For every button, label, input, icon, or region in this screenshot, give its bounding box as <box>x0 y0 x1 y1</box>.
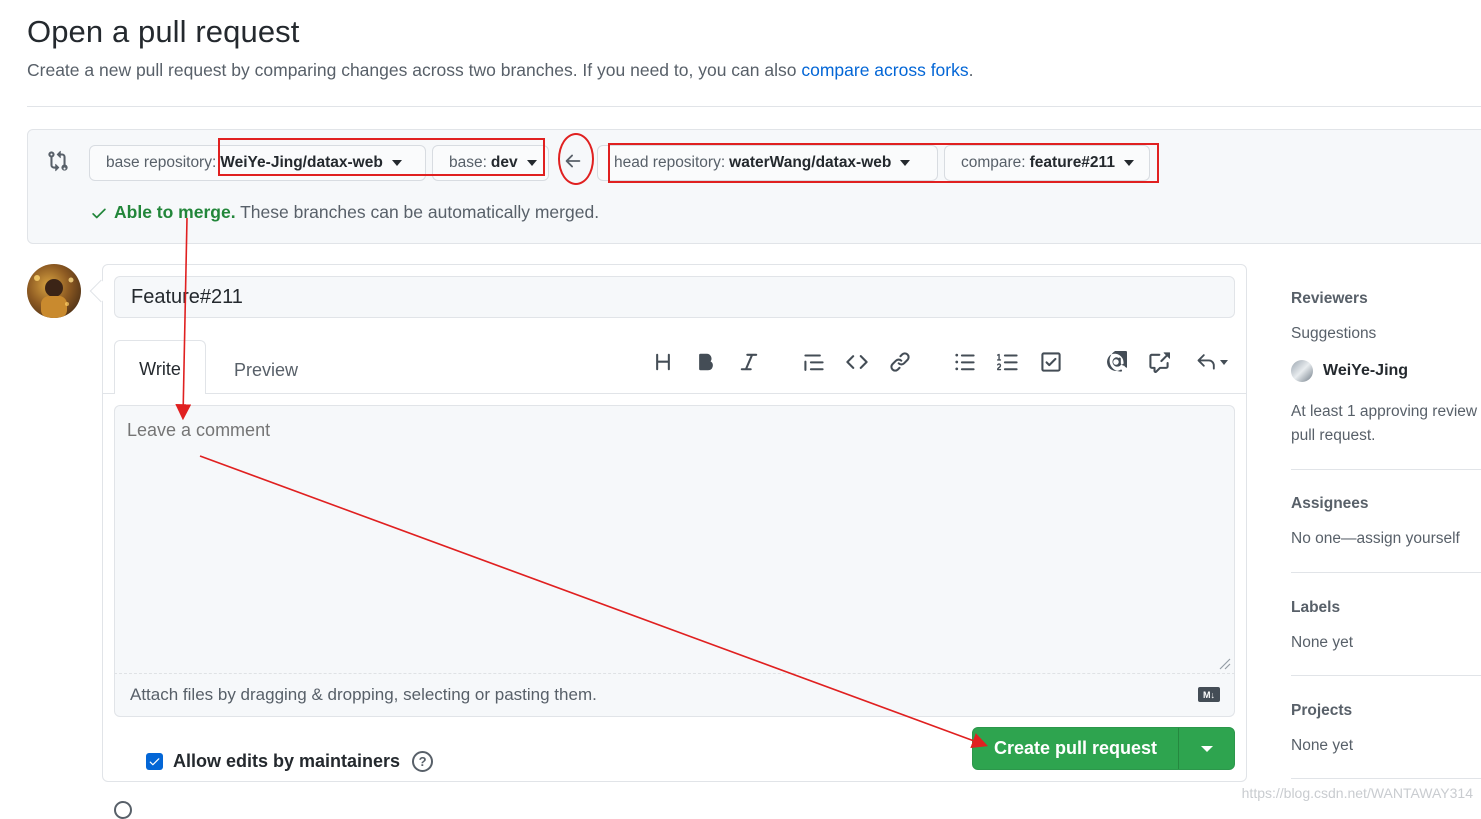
italic-icon[interactable] <box>736 349 762 375</box>
create-options-dropdown[interactable] <box>1179 728 1234 769</box>
page-title: Open a pull request <box>27 14 300 49</box>
projects-value: None yet <box>1291 737 1354 754</box>
labels-heading[interactable]: Labels <box>1291 599 1340 617</box>
quote-icon[interactable] <box>801 349 827 375</box>
merge-ok-label: Able to merge. <box>114 202 236 222</box>
git-compare-icon <box>47 150 69 172</box>
reviewers-note-line1: At least 1 approving review <box>1291 403 1478 420</box>
assignees-heading[interactable]: Assignees <box>1291 495 1369 513</box>
cross-reference-icon[interactable] <box>1146 349 1172 375</box>
allow-edits-label: Allow edits by maintainers <box>173 751 401 771</box>
reply-icon[interactable] <box>1192 349 1232 375</box>
sidebar-divider <box>1291 572 1481 573</box>
suggested-reviewer[interactable]: WeiYe-Jing <box>1291 360 1408 382</box>
reviewers-note-line2: pull request. <box>1291 427 1376 444</box>
bold-icon[interactable] <box>693 349 719 375</box>
allow-edits-option[interactable]: Allow edits by maintainers ? <box>146 751 434 772</box>
markdown-icon[interactable]: M↓ <box>1198 687 1220 702</box>
author-avatar[interactable] <box>27 264 81 318</box>
annotation-head-compare-box <box>608 143 1159 183</box>
resize-handle-icon[interactable] <box>1217 656 1231 670</box>
base-repository-label: base repository: <box>106 154 217 171</box>
question-icon[interactable]: ? <box>412 751 434 772</box>
tab-preview[interactable]: Preview <box>222 342 310 394</box>
checkmark-icon <box>149 758 160 766</box>
watermark: https://blog.csdn.net/WANTAWAY314 <box>1241 785 1473 801</box>
projects-heading[interactable]: Projects <box>1291 702 1352 720</box>
allow-edits-checkbox[interactable] <box>146 753 163 770</box>
comment-textarea[interactable] <box>114 405 1235 674</box>
annotation-base-repo-box <box>218 138 545 176</box>
page-subtitle: Create a new pull request by comparing c… <box>27 60 974 81</box>
create-pull-request-button[interactable]: Create pull request <box>973 728 1179 769</box>
reviewer-name: WeiYe-Jing <box>1323 362 1409 379</box>
info-icon <box>114 801 132 819</box>
assignees-value[interactable]: No one—assign yourself <box>1291 530 1460 548</box>
numbered-list-icon[interactable] <box>995 349 1021 375</box>
header-divider <box>27 106 1481 107</box>
annotation-swap-circle <box>558 133 594 185</box>
bulleted-list-icon[interactable] <box>952 349 978 375</box>
chevron-down-icon <box>1220 359 1228 365</box>
suggestions-label: Suggestions <box>1291 325 1377 342</box>
tab-write[interactable]: Write <box>114 340 206 394</box>
mention-icon[interactable] <box>1103 349 1129 375</box>
sidebar-divider <box>1291 675 1481 676</box>
task-list-icon[interactable] <box>1038 349 1064 375</box>
merge-status: Able to merge. These branches can be aut… <box>90 202 599 223</box>
create-pull-request-button-group: Create pull request <box>972 727 1235 770</box>
reviewers-heading[interactable]: Reviewers <box>1291 290 1368 308</box>
merge-status-text: These branches can be automatically merg… <box>235 202 600 222</box>
heading-icon[interactable] <box>650 349 676 375</box>
compare-across-forks-link[interactable]: compare across forks <box>801 60 968 80</box>
pr-title-input[interactable] <box>114 276 1235 318</box>
sidebar-divider <box>1291 778 1481 779</box>
subtitle-text: Create a new pull request by comparing c… <box>27 60 802 80</box>
attach-files-bar[interactable]: Attach files by dragging & dropping, sel… <box>114 674 1235 717</box>
reviewer-avatar <box>1291 360 1313 382</box>
chevron-down-icon <box>1200 745 1213 752</box>
labels-value: None yet <box>1291 634 1354 651</box>
check-icon <box>92 208 106 218</box>
code-icon[interactable] <box>844 349 870 375</box>
link-icon[interactable] <box>887 349 913 375</box>
sidebar-divider <box>1291 469 1481 470</box>
subtitle-end: . <box>968 60 974 80</box>
